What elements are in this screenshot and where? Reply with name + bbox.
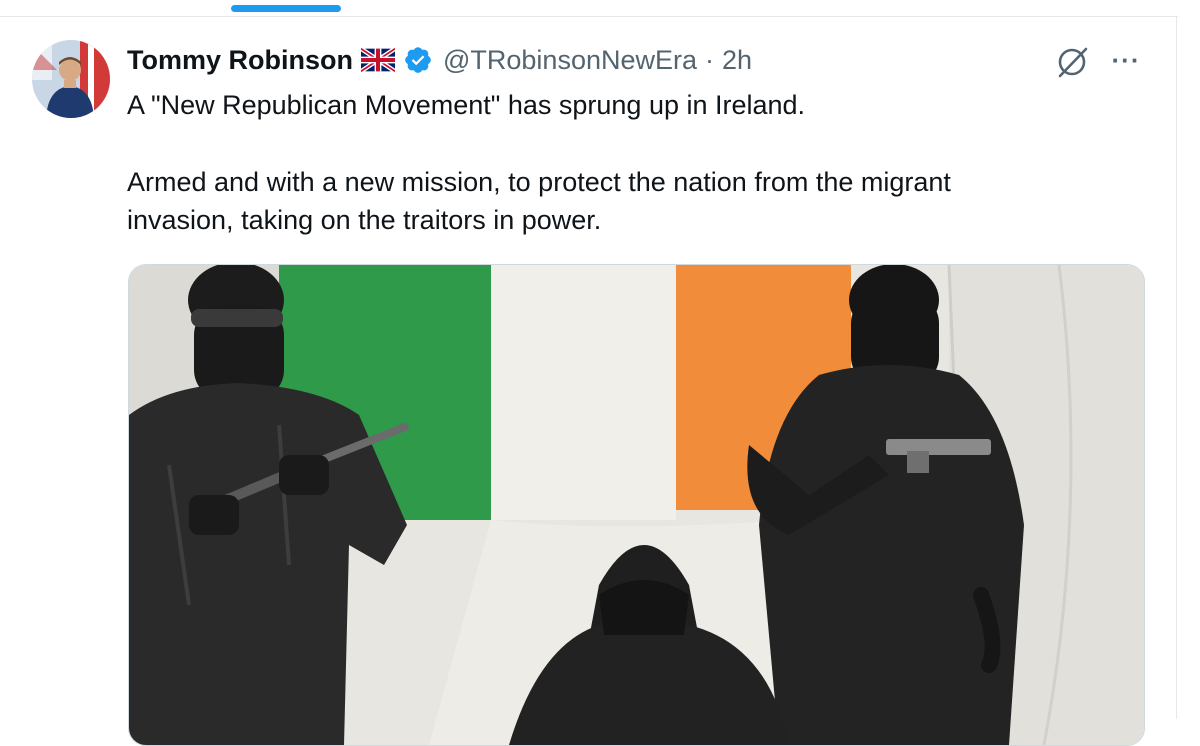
uk-flag-icon	[359, 46, 397, 74]
more-icon[interactable]: ···	[1107, 41, 1145, 79]
avatar[interactable]	[32, 40, 110, 118]
active-tab-indicator	[231, 5, 341, 12]
tweet-media-image[interactable]	[128, 264, 1145, 746]
grok-icon[interactable]	[1053, 43, 1091, 81]
tweet-text-para2-line2: invasion, taking on the traitors in powe…	[127, 205, 602, 235]
more-icon-label: ···	[1111, 44, 1141, 75]
timestamp[interactable]: 2h	[722, 45, 752, 76]
tweet-card[interactable]: Tommy Robinson @TRobinsonNewEra · 2h ···…	[0, 17, 1177, 746]
tweet-text-paragraph2: Armed and with a new mission, to protect…	[127, 163, 1147, 239]
top-tab-strip	[0, 0, 1178, 17]
verified-badge-icon[interactable]	[403, 45, 433, 75]
separator-dot: ·	[705, 44, 715, 75]
tweet-text-para2-line1: Armed and with a new mission, to protect…	[127, 167, 951, 197]
tweet-text-line1: A "New Republican Movement" has sprung u…	[127, 90, 806, 120]
author-name[interactable]: Tommy Robinson	[127, 45, 353, 76]
tweet-header: Tommy Robinson @TRobinsonNewEra · 2h	[127, 43, 752, 77]
author-handle[interactable]: @TRobinsonNewEra	[443, 45, 697, 76]
